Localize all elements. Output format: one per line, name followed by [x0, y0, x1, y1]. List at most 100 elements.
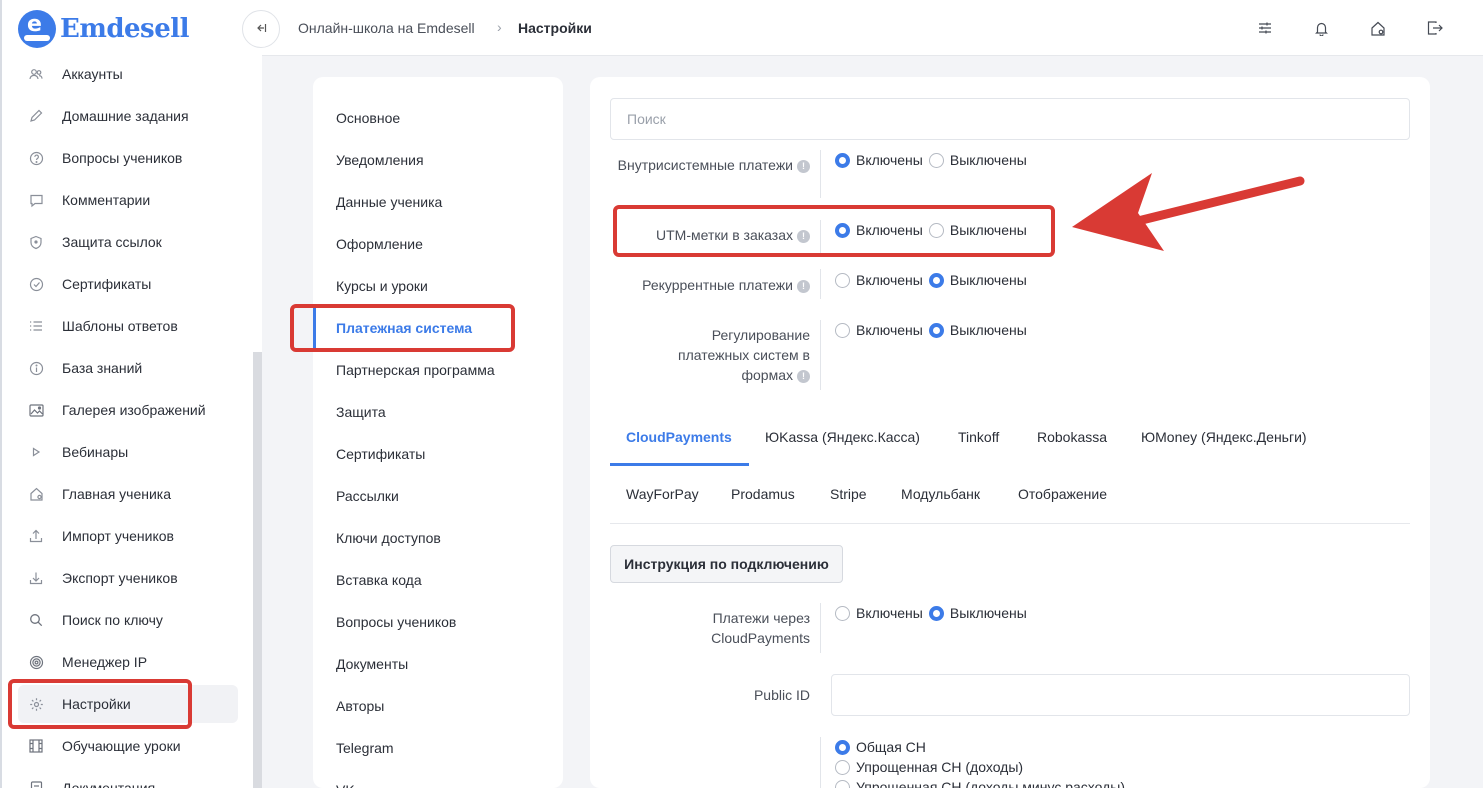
sidebar-item-link-protection[interactable]: Защита ссылок — [18, 223, 238, 261]
breadcrumb-school[interactable]: Онлайн-школа на Emdesell — [298, 20, 475, 36]
connection-instructions-button[interactable]: Инструкция по подключению — [610, 545, 843, 583]
download-icon — [26, 568, 46, 588]
settings-menu-item[interactable]: Вопросы учеников — [313, 601, 563, 643]
sidebar-item-student-questions[interactable]: Вопросы учеников — [18, 139, 238, 177]
radio-on[interactable]: Включены — [835, 605, 923, 621]
highlight-utm-row — [613, 205, 1055, 257]
settings-menu-item[interactable]: Оформление — [313, 223, 563, 265]
breadcrumb-chevron-icon: › — [497, 19, 502, 35]
list-icon — [26, 316, 46, 336]
sidebar-item-tutorials[interactable]: Обучающие уроки — [18, 727, 238, 765]
brand-logo[interactable]: e Emdesell — [18, 10, 189, 48]
tab-display[interactable]: Отображение — [1018, 486, 1107, 502]
public-id-input[interactable] — [831, 674, 1410, 716]
collapse-sidebar-button[interactable] — [242, 10, 280, 48]
radio-off[interactable]: Выключены — [928, 272, 1027, 288]
settings-menu-item[interactable]: Защита — [313, 391, 563, 433]
radio-off[interactable]: Выключены — [928, 152, 1027, 168]
brand-name: Emdesell — [60, 14, 189, 44]
info-icon[interactable]: ! — [797, 279, 810, 293]
sidebar-item-key-search[interactable]: Поиск по ключу — [18, 601, 238, 639]
highlight-settings-nav — [8, 679, 192, 729]
sidebar-item-ip-manager[interactable]: Менеджер IP — [18, 643, 238, 681]
info-icon[interactable]: ! — [797, 159, 810, 173]
radio-off[interactable]: Выключены — [928, 605, 1027, 621]
users-icon — [26, 64, 46, 84]
radio-on[interactable]: Включены — [835, 272, 923, 288]
settings-menu-item[interactable]: VK — [313, 769, 563, 788]
setting-label-internal-payments: Внутрисистемные платежи! — [610, 155, 810, 175]
collapse-icon — [255, 22, 267, 37]
settings-menu-item[interactable]: Основное — [313, 97, 563, 139]
setting-label-cloudpayments: Платежи через CloudPayments — [711, 610, 810, 646]
tab-yumoney[interactable]: ЮMoney (Яндекс.Деньги) — [1141, 429, 1307, 445]
tab-yukassa[interactable]: ЮKassa (Яндекс.Касса) — [765, 429, 920, 445]
settings-menu-item[interactable]: Вставка кода — [313, 559, 563, 601]
sidebar-item-student-home[interactable]: Главная ученика — [18, 475, 238, 513]
settings-menu-item[interactable]: Курсы и уроки — [313, 265, 563, 307]
settings-menu-item[interactable]: Ключи доступов — [313, 517, 563, 559]
home-settings-icon[interactable] — [1368, 18, 1388, 38]
breadcrumb-current: Настройки — [518, 20, 592, 36]
sidebar-item-knowledge-base[interactable]: База знаний — [18, 349, 238, 387]
radio-on[interactable]: Включены — [835, 152, 923, 168]
sidebar-scrollbar[interactable] — [253, 352, 262, 788]
tax-option[interactable]: Упрощенная СН (доходы) — [835, 757, 1125, 777]
settings-menu-item[interactable]: Документы — [313, 643, 563, 685]
home-icon — [26, 484, 46, 504]
radio-group-recurring: Включены Выключены — [835, 272, 1033, 288]
question-icon — [26, 148, 46, 168]
tax-option[interactable]: Упрощенная СН (доходы минус расходы) — [835, 777, 1125, 788]
sidebar-item-comments[interactable]: Комментарии — [18, 181, 238, 219]
setting-label-payment-regulation: Регулирование платежных систем в формах! — [678, 327, 810, 383]
sidebar-item-import-students[interactable]: Импорт учеников — [18, 517, 238, 555]
sidebar: e Emdesell Аккаунты Домашние задания Воп… — [0, 0, 262, 788]
sidebar-item-export-students[interactable]: Экспорт учеников — [18, 559, 238, 597]
setting-label-recurring: Рекуррентные платежи! — [610, 275, 810, 295]
sidebar-item-homework[interactable]: Домашние задания — [18, 97, 238, 135]
radio-on[interactable]: Включены — [835, 322, 923, 338]
tax-option[interactable]: Общая СН — [835, 737, 1125, 757]
radio-group-cloudpayments: Включены Выключены — [835, 605, 1033, 621]
tab-cloudpayments[interactable]: CloudPayments — [626, 429, 732, 445]
settings-menu-item[interactable]: Данные ученика — [313, 181, 563, 223]
pencil-icon — [26, 106, 46, 126]
settings-menu-item[interactable]: Рассылки — [313, 475, 563, 517]
tab-stripe[interactable]: Stripe — [830, 486, 867, 502]
tab-modulbank[interactable]: Модульбанк — [901, 486, 980, 502]
sidebar-item-certificates[interactable]: Сертификаты — [18, 265, 238, 303]
image-icon — [26, 400, 46, 420]
logout-icon[interactable] — [1425, 18, 1445, 38]
settings-menu-item[interactable]: Авторы — [313, 685, 563, 727]
tax-system-radio-group: Общая СН Упрощенная СН (доходы) Упрощенн… — [835, 737, 1125, 788]
sidebar-item-image-gallery[interactable]: Галерея изображений — [18, 391, 238, 429]
settings-menu-item[interactable]: Уведомления — [313, 139, 563, 181]
sidebar-item-accounts[interactable]: Аккаунты — [18, 55, 238, 93]
sidebar-item-webinars[interactable]: Вебинары — [18, 433, 238, 471]
tab-wayforpay[interactable]: WayForPay — [626, 486, 699, 502]
sliders-icon[interactable] — [1255, 18, 1275, 38]
search-input[interactable] — [610, 98, 1410, 140]
tabs-divider — [610, 523, 1410, 524]
sidebar-item-reply-templates[interactable]: Шаблоны ответов — [18, 307, 238, 345]
info-icon[interactable]: ! — [797, 369, 810, 383]
annotation-arrow-icon — [1072, 173, 1305, 251]
public-id-label: Public ID — [753, 687, 810, 703]
bell-icon[interactable] — [1311, 18, 1331, 38]
tab-prodamus[interactable]: Prodamus — [731, 486, 795, 502]
tab-tinkoff[interactable]: Tinkoff — [958, 429, 999, 445]
film-icon — [26, 736, 46, 756]
settings-menu-item[interactable]: Telegram — [313, 727, 563, 769]
upload-icon — [26, 526, 46, 546]
highlight-payment-system-menu — [290, 304, 515, 352]
settings-menu-item[interactable]: Сертификаты — [313, 433, 563, 475]
search-icon — [26, 610, 46, 630]
tab-robokassa[interactable]: Robokassa — [1037, 429, 1107, 445]
active-tab-indicator — [610, 463, 749, 466]
check-circle-icon — [26, 274, 46, 294]
radio-off[interactable]: Выключены — [928, 322, 1027, 338]
comment-icon — [26, 190, 46, 210]
settings-menu: Основное Уведомления Данные ученика Офор… — [313, 77, 563, 788]
sidebar-item-documentation[interactable]: Документация — [18, 769, 238, 788]
settings-menu-item[interactable]: Партнерская программа — [313, 349, 563, 391]
